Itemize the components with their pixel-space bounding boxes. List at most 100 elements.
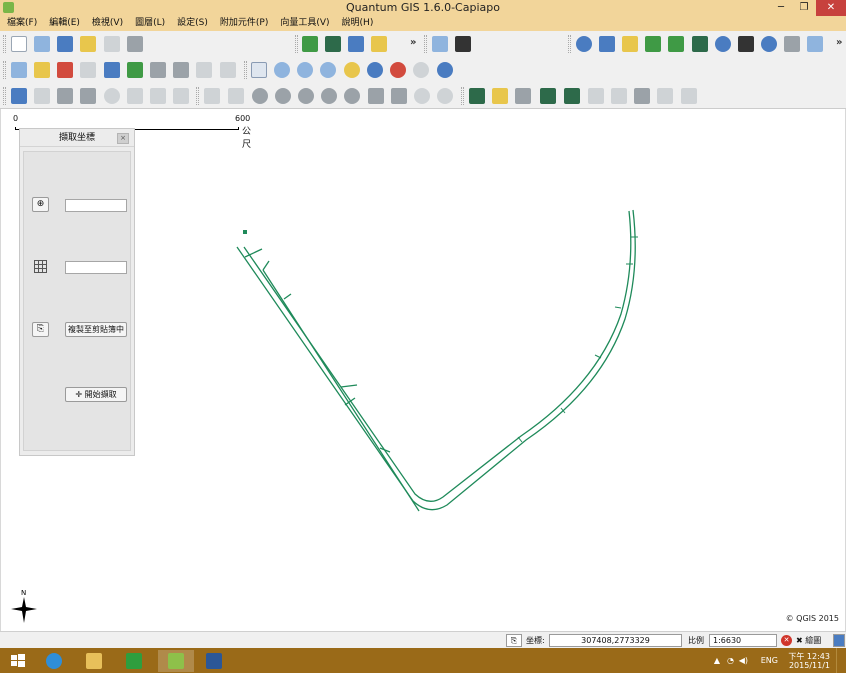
deselect-features-icon[interactable] [57,62,73,78]
copy-to-clipboard-button[interactable]: 複製至剪貼簿中 [65,322,127,337]
show-bookmarks-icon[interactable] [173,62,189,78]
menu-file[interactable]: 檔案(F) [0,16,42,31]
menu-help[interactable]: 說明(H) [335,16,379,31]
zoom-to-layer-icon[interactable] [367,62,383,78]
messages-icon[interactable] [833,634,845,647]
interpolation-icon[interactable] [738,36,754,52]
edit-tool-icon[interactable] [634,88,650,104]
add-postgis-layer-icon[interactable] [348,36,364,52]
minimize-button[interactable]: ─ [770,0,792,16]
tray-arrow-icon[interactable]: ▲ [714,656,720,665]
add-ring-icon[interactable] [275,88,291,104]
zoom-last-icon[interactable] [390,62,406,78]
new-project-icon[interactable] [11,36,27,52]
offset-curve-icon[interactable] [588,88,604,104]
taskbar-explorer[interactable] [76,650,112,672]
volume-icon[interactable]: ◀) [739,656,748,665]
north-arrow-icon[interactable] [761,36,777,52]
plugin-manager-icon[interactable] [807,36,823,52]
taskbar-word[interactable] [196,650,232,672]
menu-layer[interactable]: 圖層(L) [128,16,170,31]
text-annotation-icon[interactable] [220,62,236,78]
refresh-icon[interactable] [437,62,453,78]
zoom-out-icon[interactable] [297,62,313,78]
zoom-to-selection-icon[interactable] [344,62,360,78]
grid-icon[interactable] [32,259,49,274]
delete-part-icon[interactable] [344,88,360,104]
label-icon[interactable] [196,62,212,78]
identify-features-icon[interactable] [11,62,27,78]
projected-coordinate-field[interactable] [65,261,127,274]
select-features-icon[interactable] [34,62,50,78]
measure-line-icon[interactable] [104,62,120,78]
menu-edit[interactable]: 編輯(E) [42,16,85,31]
toolbar-grip[interactable] [295,35,298,53]
digitize-polygon-icon[interactable] [564,88,580,104]
taskbar-ie[interactable] [36,650,72,672]
favorite-layer-icon[interactable] [492,88,508,104]
menu-vector[interactable]: 向量工具(V) [273,16,334,31]
simplify-tool-icon[interactable] [611,88,627,104]
clock-date[interactable]: 2015/11/1 [789,661,830,670]
coordinate-capture-icon[interactable] [622,36,638,52]
taskbar-store[interactable] [116,650,152,672]
spit-icon[interactable] [692,36,708,52]
whats-this-icon[interactable] [432,36,448,52]
coordinate-display[interactable]: 307408,2773329 [549,634,682,647]
osm-icon[interactable] [784,36,800,52]
toolbar-overflow-icon[interactable]: » [836,37,842,48]
move-feature-icon[interactable] [57,88,73,104]
toolbar-grip[interactable] [3,35,6,53]
save-edits-icon[interactable] [34,88,50,104]
pan-map-icon[interactable] [251,62,267,78]
point-coordinate-field[interactable] [65,199,127,212]
help-cursor-icon[interactable] [455,36,471,52]
delete-ring-icon[interactable] [321,88,337,104]
zoom-next-icon[interactable] [413,62,429,78]
toolbar-grip[interactable] [424,35,427,53]
split-features-icon[interactable] [391,88,407,104]
undo-icon[interactable] [204,88,220,104]
cut-features-icon[interactable] [127,88,143,104]
delete-selected-icon[interactable] [104,88,120,104]
print-composer-icon[interactable] [104,36,120,52]
toolbar-grip[interactable] [244,61,247,79]
start-capture-button[interactable]: ✛ 開始擷取 [65,387,127,402]
toolbar-grip[interactable] [3,87,6,105]
add-vector-layer-icon[interactable] [302,36,318,52]
rotate-point-symbols-icon[interactable] [437,88,453,104]
zoom-in-icon[interactable] [274,62,290,78]
start-button[interactable] [0,650,36,672]
menu-view[interactable]: 檢視(V) [85,16,128,31]
clipboard-icon[interactable]: ⎘ [32,322,49,337]
coordinate-toggle-icon[interactable]: ⎘ [506,634,522,647]
menu-plugins[interactable]: 附加元件(P) [213,16,273,31]
toolbar-overflow-icon[interactable]: » [410,37,416,48]
print-icon[interactable] [127,36,143,52]
toolbar-grip[interactable] [3,61,6,79]
gps-tools-icon[interactable] [668,36,684,52]
network-icon[interactable]: ◔ [727,656,734,665]
crs-selector-icon[interactable]: ⊕ [32,197,49,212]
simplify-feature-icon[interactable] [252,88,268,104]
toolbar-grip[interactable] [568,35,571,53]
export-tool-icon[interactable] [681,88,697,104]
node-tool-icon[interactable] [80,88,96,104]
render-checkbox[interactable]: ✖ 繪圖 [796,634,821,647]
add-wfs-layer-icon[interactable] [645,36,661,52]
vector-plugin-icon[interactable] [469,88,485,104]
zoom-full-icon[interactable] [320,62,336,78]
toolbar-grip[interactable] [461,87,464,105]
reshape-features-icon[interactable] [368,88,384,104]
redo-icon[interactable] [228,88,244,104]
merge-features-icon[interactable] [414,88,430,104]
stop-render-icon[interactable]: ✕ [781,635,792,646]
digitize-line-icon[interactable] [540,88,556,104]
paste-features-icon[interactable] [173,88,189,104]
new-shapefile-icon[interactable] [371,36,387,52]
close-button[interactable]: ✕ [816,0,846,16]
layer-tool-icon[interactable] [515,88,531,104]
toggle-editing-icon[interactable] [11,88,27,104]
add-part-icon[interactable] [298,88,314,104]
toolbar-grip[interactable] [196,87,199,105]
